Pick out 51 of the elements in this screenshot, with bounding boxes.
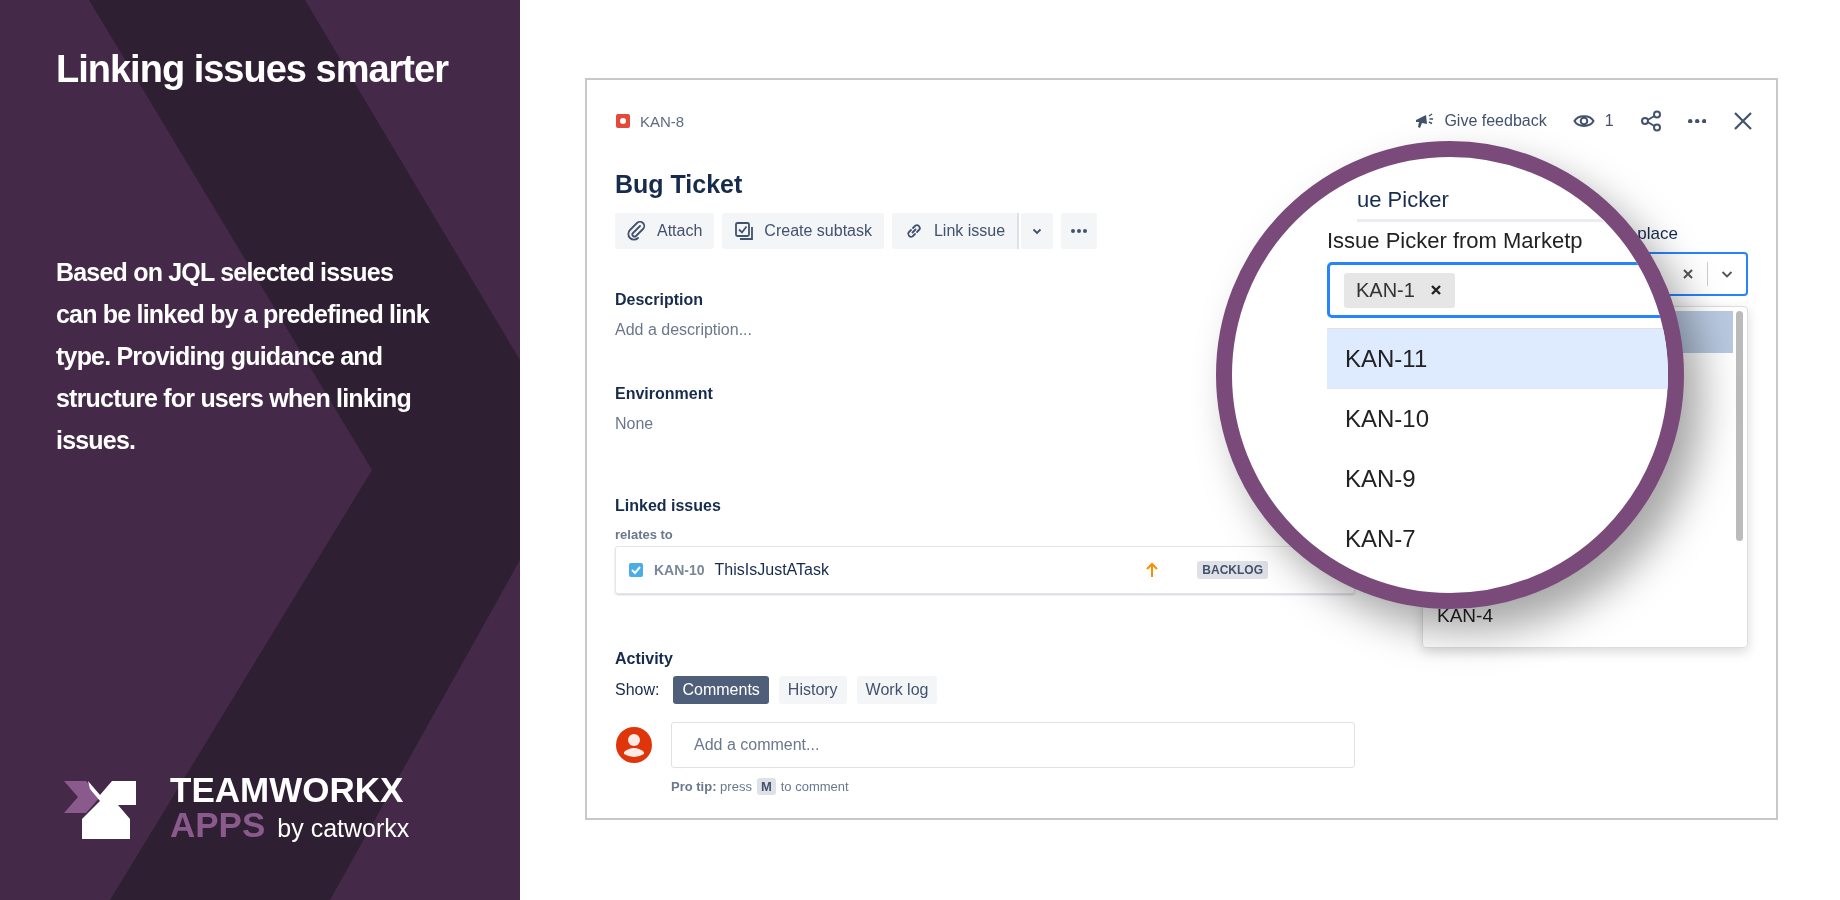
logo-byline: by catworkx (277, 816, 410, 841)
field-label: Description (615, 291, 703, 309)
issue-summary: ThisIsJustATask (714, 561, 829, 579)
more-icon (1687, 118, 1706, 124)
share-icon (1639, 110, 1662, 132)
watch-button[interactable]: 1 (1568, 106, 1618, 136)
dropdown-option[interactable]: KAN-11 (1327, 329, 1668, 389)
field-value[interactable]: Add a description... (615, 321, 752, 339)
link-issue-button[interactable]: Link issue (891, 213, 1020, 249)
relation-label: relates to (615, 527, 674, 542)
picker-heading: ue Picker (1357, 187, 1617, 222)
feedback-button[interactable]: Give feedback (1410, 107, 1551, 135)
show-label: Show: (615, 681, 660, 699)
dropdown-option[interactable]: KAN-9 (1327, 449, 1668, 509)
scrollbar[interactable] (1736, 311, 1743, 541)
issue-key[interactable]: KAN-10 (654, 562, 705, 578)
section-heading: Activity (615, 650, 674, 668)
paperclip-icon (627, 221, 647, 241)
chip-label: KAN-1 (1356, 278, 1415, 302)
more-icon (1071, 229, 1088, 233)
logo-brand: TEAMWORKX (170, 772, 405, 807)
more-button[interactable] (1061, 213, 1098, 249)
activity-tab[interactable]: Work log (856, 676, 938, 704)
clear-icon[interactable] (1681, 267, 1695, 281)
issue-key[interactable]: KAN-8 (640, 112, 685, 130)
task-icon (628, 562, 644, 578)
bug-icon (615, 113, 631, 129)
activity-tab[interactable]: Comments (673, 676, 769, 704)
section-heading: Linked issues (615, 497, 722, 515)
activity-tab[interactable]: History (778, 676, 847, 704)
promo-title: Linking issues smarter (56, 48, 450, 91)
shortcut-key: M (756, 778, 776, 795)
remove-icon[interactable] (1428, 283, 1443, 297)
dropdown-option[interactable]: KAN-10 (1327, 389, 1668, 449)
megaphone-icon (1414, 111, 1435, 131)
promo-description: Based on JQL selected issues can be linked by a predefined link type. Providing guidance and structure for users when linking issues. (56, 257, 431, 456)
avatar-icon (615, 726, 653, 764)
close-icon (1732, 110, 1754, 132)
subtask-icon (734, 221, 755, 241)
pro-tip: Pro tip: press (671, 779, 752, 794)
dropdown-option[interactable]: KAN-4 (1437, 605, 1747, 627)
logo-apps: APPS (170, 807, 266, 842)
pro-tip-end: to comment (780, 779, 849, 794)
create-subtask-button[interactable]: Create subtask (722, 213, 884, 249)
issue-title[interactable]: Bug Ticket (615, 170, 743, 199)
comment-field[interactable]: Add a comment... (671, 722, 1355, 768)
field-label: Environment (615, 385, 713, 403)
attach-button[interactable]: Attach (615, 213, 715, 249)
status-lozenge: BACKLOG (1197, 561, 1268, 579)
picker-label: Issue Picker from Marketp (1327, 228, 1583, 254)
field-value[interactable]: None (615, 415, 654, 433)
